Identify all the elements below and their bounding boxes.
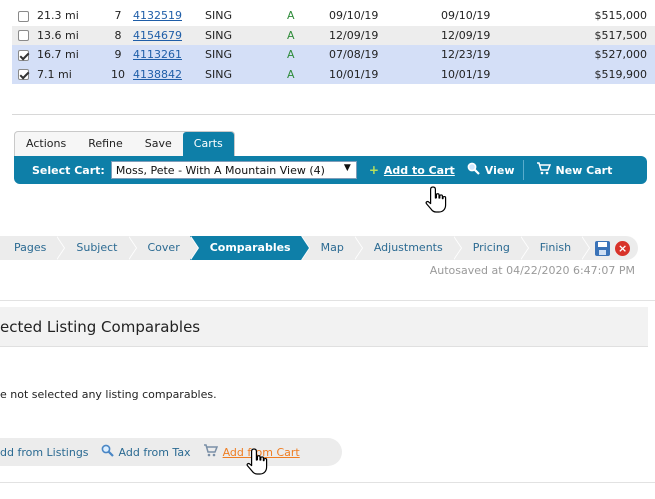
table-row[interactable]: 13.6 mi 8 4154679 SING A 12/09/19 12/09/19 $517… (12, 25, 655, 45)
mls-link[interactable]: 4132519 (133, 9, 182, 22)
row-checkbox[interactable] (18, 10, 29, 22)
status-date-cell: 12/23/19 (437, 45, 537, 65)
view-cart-button[interactable]: View (467, 162, 515, 178)
table-row[interactable]: 16.7 mi 9 4113261 SING A 07/08/19 12/23/19 $527… (12, 45, 655, 65)
distance-cell: 13.6 mi (33, 25, 107, 45)
step-cover[interactable]: Cover (128, 236, 199, 260)
mls-link[interactable]: 4138842 (133, 68, 182, 81)
checkbox-cell (12, 25, 33, 45)
row-checkbox[interactable] (18, 69, 29, 81)
view-label: View (484, 163, 515, 177)
hand-cursor-icon (246, 448, 268, 475)
dropdown-arrow-icon: ▼ (343, 163, 351, 173)
page-root: 21.3 mi 7 4132519 SING A 09/10/19 09/10/19 $515… (0, 0, 655, 499)
status-date-cell: 09/10/19 (437, 6, 537, 26)
add-from-listings-button[interactable]: dd from Listings (0, 446, 89, 459)
type-cell: SING (201, 6, 273, 26)
add-comparables-bar: dd from Listings Add from Tax Add from C… (0, 438, 342, 466)
step-adjustments[interactable]: Adjustments (354, 236, 462, 260)
step-pages[interactable]: Pages (0, 236, 66, 260)
status-date-cell: 10/01/19 (437, 64, 537, 84)
plus-icon: + (368, 163, 379, 177)
step-subject[interactable]: Subject (56, 236, 137, 260)
mls-link[interactable]: 4154679 (133, 29, 182, 42)
checkbox-cell (12, 64, 33, 84)
cart-tabs: Actions Refine Save Carts (14, 131, 235, 156)
list-date-cell: 10/01/19 (325, 64, 437, 84)
divider (0, 482, 655, 483)
add-to-cart-label: Add to Cart (383, 163, 455, 177)
mls-cell: 4138842 (129, 64, 201, 84)
add-from-tax-label: Add from Tax (118, 445, 191, 459)
tab-save[interactable]: Save (134, 132, 183, 156)
add-from-tax-button[interactable]: Add from Tax (101, 444, 191, 460)
step-actions: × (595, 236, 631, 260)
tab-actions[interactable]: Actions (15, 132, 77, 156)
type-cell: SING (201, 64, 273, 84)
tab-carts[interactable]: Carts (182, 132, 234, 156)
type-cell: SING (201, 25, 273, 45)
mls-link[interactable]: 4113261 (133, 48, 182, 61)
price-cell: $515,000 (537, 6, 655, 26)
row-number-cell: 10 (107, 64, 129, 84)
close-icon[interactable]: × (615, 240, 631, 256)
new-cart-label: New Cart (555, 163, 613, 177)
save-icon[interactable] (595, 240, 611, 256)
list-date-cell: 07/08/19 (325, 45, 437, 65)
row-checkbox[interactable] (18, 49, 29, 61)
row-checkbox[interactable] (18, 30, 29, 42)
magnifier-icon (467, 162, 480, 178)
listing-table: 21.3 mi 7 4132519 SING A 09/10/19 09/10/19 $515… (12, 6, 655, 84)
mls-cell: 4132519 (129, 6, 201, 26)
mls-cell: 4154679 (129, 25, 201, 45)
distance-cell: 21.3 mi (33, 6, 107, 26)
cart-toolbar: Select Cart: Moss, Pete - With A Mountai… (14, 156, 647, 184)
divider (0, 300, 655, 301)
magnifier-icon (101, 444, 114, 460)
status-cell: A (273, 64, 325, 84)
toolbar-divider (522, 160, 524, 180)
status-cell: A (273, 25, 325, 45)
list-date-cell: 09/10/19 (325, 6, 437, 26)
checkbox-cell (12, 45, 33, 65)
cart-icon (203, 444, 218, 460)
add-from-listings-label: dd from Listings (0, 445, 89, 459)
distance-cell: 7.1 mi (33, 64, 107, 84)
divider (12, 114, 655, 115)
autosave-status: Autosaved at 04/22/2020 6:47:07 PM (429, 264, 635, 277)
section-title: ected Listing Comparables (0, 318, 201, 336)
cart-select[interactable]: Moss, Pete - With A Mountain View (4) ▼ (110, 161, 357, 179)
empty-message: e not selected any listing comparables. (0, 388, 217, 401)
step-pricing[interactable]: Pricing (453, 236, 529, 260)
row-number-cell: 8 (107, 25, 129, 45)
table-row[interactable]: 21.3 mi 7 4132519 SING A 09/10/19 09/10/19 $515… (12, 6, 655, 26)
list-date-cell: 12/09/19 (325, 25, 437, 45)
status-cell: A (273, 45, 325, 65)
table-row[interactable]: 7.1 mi 10 4138842 SING A 10/01/19 10/01/19 $519… (12, 64, 655, 84)
distance-cell: 16.7 mi (33, 45, 107, 65)
row-number-cell: 9 (107, 45, 129, 65)
step-comparables[interactable]: Comparables (189, 236, 310, 260)
add-to-cart-button[interactable]: + Add to Cart (369, 163, 455, 177)
price-cell: $519,900 (537, 64, 655, 84)
step-finish[interactable]: Finish (520, 236, 591, 260)
steps-bar: Pages Subject Cover Comparables Map Adju… (0, 236, 639, 260)
workflow-steps: Pages Subject Cover Comparables Map Adju… (0, 236, 650, 260)
hand-cursor-icon (425, 186, 447, 213)
row-number-cell: 7 (107, 6, 129, 26)
status-date-cell: 12/09/19 (437, 25, 537, 45)
select-cart-label: Select Cart: (32, 163, 105, 177)
price-cell: $517,500 (537, 25, 655, 45)
cart-select-value: Moss, Pete - With A Mountain View (4) (115, 163, 325, 177)
checkbox-cell (12, 6, 33, 26)
type-cell: SING (201, 45, 273, 65)
tab-refine[interactable]: Refine (77, 132, 134, 156)
status-cell: A (273, 6, 325, 26)
price-cell: $527,000 (537, 45, 655, 65)
new-cart-button[interactable]: New Cart (536, 162, 613, 178)
cart-icon (536, 162, 551, 178)
mls-cell: 4113261 (129, 45, 201, 65)
